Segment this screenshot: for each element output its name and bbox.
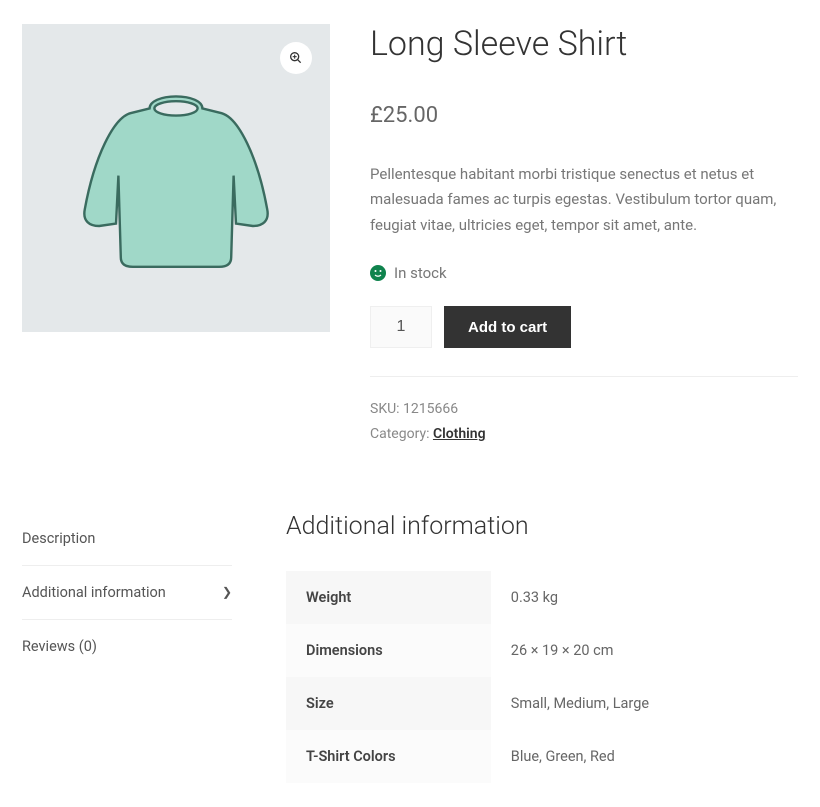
sku-row: SKU: 1215666 (370, 397, 798, 422)
tab-additional-information[interactable]: Additional information ❯ (22, 566, 232, 620)
tab-description[interactable]: Description (22, 512, 232, 566)
tab-label: Reviews (0) (22, 638, 97, 655)
category-row: Category: Clothing (370, 422, 798, 447)
sku-label: SKU: (370, 401, 403, 417)
attributes-table: Weight0.33 kgDimensions26 × 19 × 20 cmSi… (286, 571, 798, 783)
category-label: Category: (370, 426, 433, 442)
magnify-icon (288, 50, 304, 66)
smiley-icon (370, 265, 386, 281)
attribute-value: 26 × 19 × 20 cm (491, 624, 798, 677)
attribute-value: Blue, Green, Red (491, 730, 798, 783)
panel-heading: Additional information (286, 512, 798, 541)
product-title: Long Sleeve Shirt (370, 24, 798, 65)
shirt-illustration (56, 58, 296, 298)
add-to-cart-button[interactable]: Add to cart (444, 306, 571, 348)
category-link[interactable]: Clothing (433, 426, 486, 442)
table-row: Dimensions26 × 19 × 20 cm (286, 624, 798, 677)
zoom-button[interactable] (280, 42, 312, 74)
tab-reviews[interactable]: Reviews (0) (22, 620, 232, 673)
attribute-value: 0.33 kg (491, 571, 798, 624)
tabs-list: Description Additional information ❯ Rev… (22, 512, 232, 783)
tab-label: Description (22, 530, 95, 547)
attribute-label: Size (286, 677, 491, 730)
attribute-value: Small, Medium, Large (491, 677, 798, 730)
table-row: Weight0.33 kg (286, 571, 798, 624)
quantity-input[interactable] (370, 306, 432, 348)
product-price: £25.00 (370, 103, 798, 128)
tab-label: Additional information (22, 584, 166, 601)
attribute-label: Weight (286, 571, 491, 624)
sku-value: 1215666 (403, 401, 458, 417)
product-image[interactable] (22, 24, 330, 332)
table-row: SizeSmall, Medium, Large (286, 677, 798, 730)
table-row: T-Shirt ColorsBlue, Green, Red (286, 730, 798, 783)
stock-status: In stock (370, 264, 798, 282)
product-description: Pellentesque habitant morbi tristique se… (370, 162, 798, 239)
chevron-right-icon: ❯ (222, 585, 232, 599)
attribute-label: T-Shirt Colors (286, 730, 491, 783)
additional-information-panel: Additional information Weight0.33 kgDime… (286, 512, 798, 783)
attribute-label: Dimensions (286, 624, 491, 677)
stock-text: In stock (394, 264, 447, 282)
